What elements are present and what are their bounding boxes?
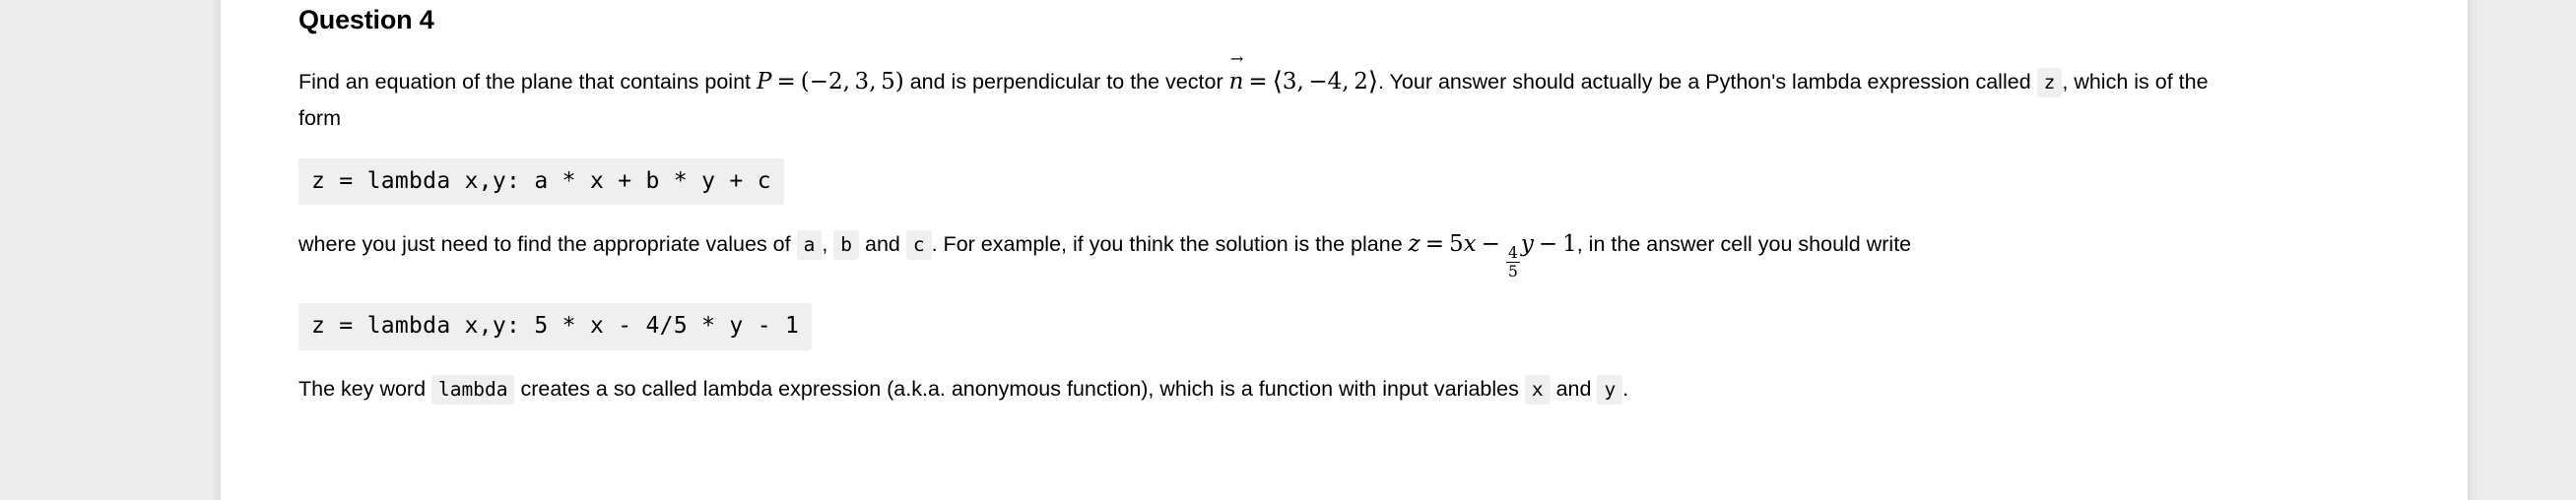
inline-code-b: b <box>833 230 860 261</box>
inline-code-x: x <box>1524 374 1551 405</box>
left-gutter <box>0 0 221 500</box>
explanation-text-segment-3: and <box>859 232 906 257</box>
lambda-description-paragraph: The key word lambda creates a so called … <box>298 372 2210 406</box>
explanation-text-segment-1: where you just need to find the appropri… <box>298 232 797 257</box>
math-point-P: P = (−2, 3, 5) <box>756 68 904 94</box>
prompt-text-segment-3: . Your answer should actually be a Pytho… <box>1378 69 2037 94</box>
notebook-page: Question 4 Find an equation of the plane… <box>0 0 2576 500</box>
notebook-content-card: Question 4 Find an equation of the plane… <box>221 0 2468 500</box>
inline-code-y: y <box>1597 374 1623 405</box>
explanation-text-segment-4: . For example, if you think the solution… <box>931 232 1409 257</box>
lambda-text-segment-4: . <box>1622 376 1629 401</box>
question-cell[interactable]: Question 4 Find an equation of the plane… <box>221 0 2468 406</box>
vector-n-symbol: → n <box>1228 48 1244 94</box>
code-block-2-wrapper: z = lambda x,y: 5 * x - 4/5 * y - 1 <box>298 281 2448 350</box>
inline-code-z: z <box>2036 67 2063 97</box>
code-block-1-wrapper: z = lambda x,y: a * x + b * y + c <box>298 136 2448 206</box>
code-block-lambda-example: z = lambda x,y: 5 * x - 4/5 * y - 1 <box>298 303 813 350</box>
fraction-four-fifths: 45 <box>1505 243 1520 281</box>
explanation-text-segment-5: , in the answer cell you should write <box>1576 232 1912 257</box>
math-example-plane: z = 5x −4 5 y −1 <box>1408 231 1577 281</box>
explanation-paragraph: where you just need to find the appropri… <box>298 226 2210 281</box>
right-gutter <box>2468 0 2576 500</box>
inline-code-c: c <box>905 230 932 261</box>
question-prompt-paragraph: Find an equation of the plane that conta… <box>298 50 2210 136</box>
prompt-text-segment-1: Find an equation of the plane that conta… <box>298 69 757 94</box>
lambda-text-segment-3: and <box>1550 376 1598 401</box>
page-title: Question 4 <box>298 5 434 34</box>
code-block-lambda-template: z = lambda x,y: a * x + b * y + c <box>298 157 784 206</box>
prompt-text-segment-2: and is perpendicular to the vector <box>903 69 1229 94</box>
inline-code-lambda: lambda <box>431 374 515 405</box>
inline-code-a: a <box>796 230 823 261</box>
math-normal-vector-n: → n = ⟨3, −4, 2⟩ <box>1229 50 1378 96</box>
lambda-text-segment-1: The key word <box>298 376 432 401</box>
lambda-text-segment-2: creates a so called lambda expression (a… <box>514 376 1525 401</box>
vector-arrow-icon: → <box>1229 48 1244 68</box>
explanation-text-segment-2: , <box>822 232 834 257</box>
